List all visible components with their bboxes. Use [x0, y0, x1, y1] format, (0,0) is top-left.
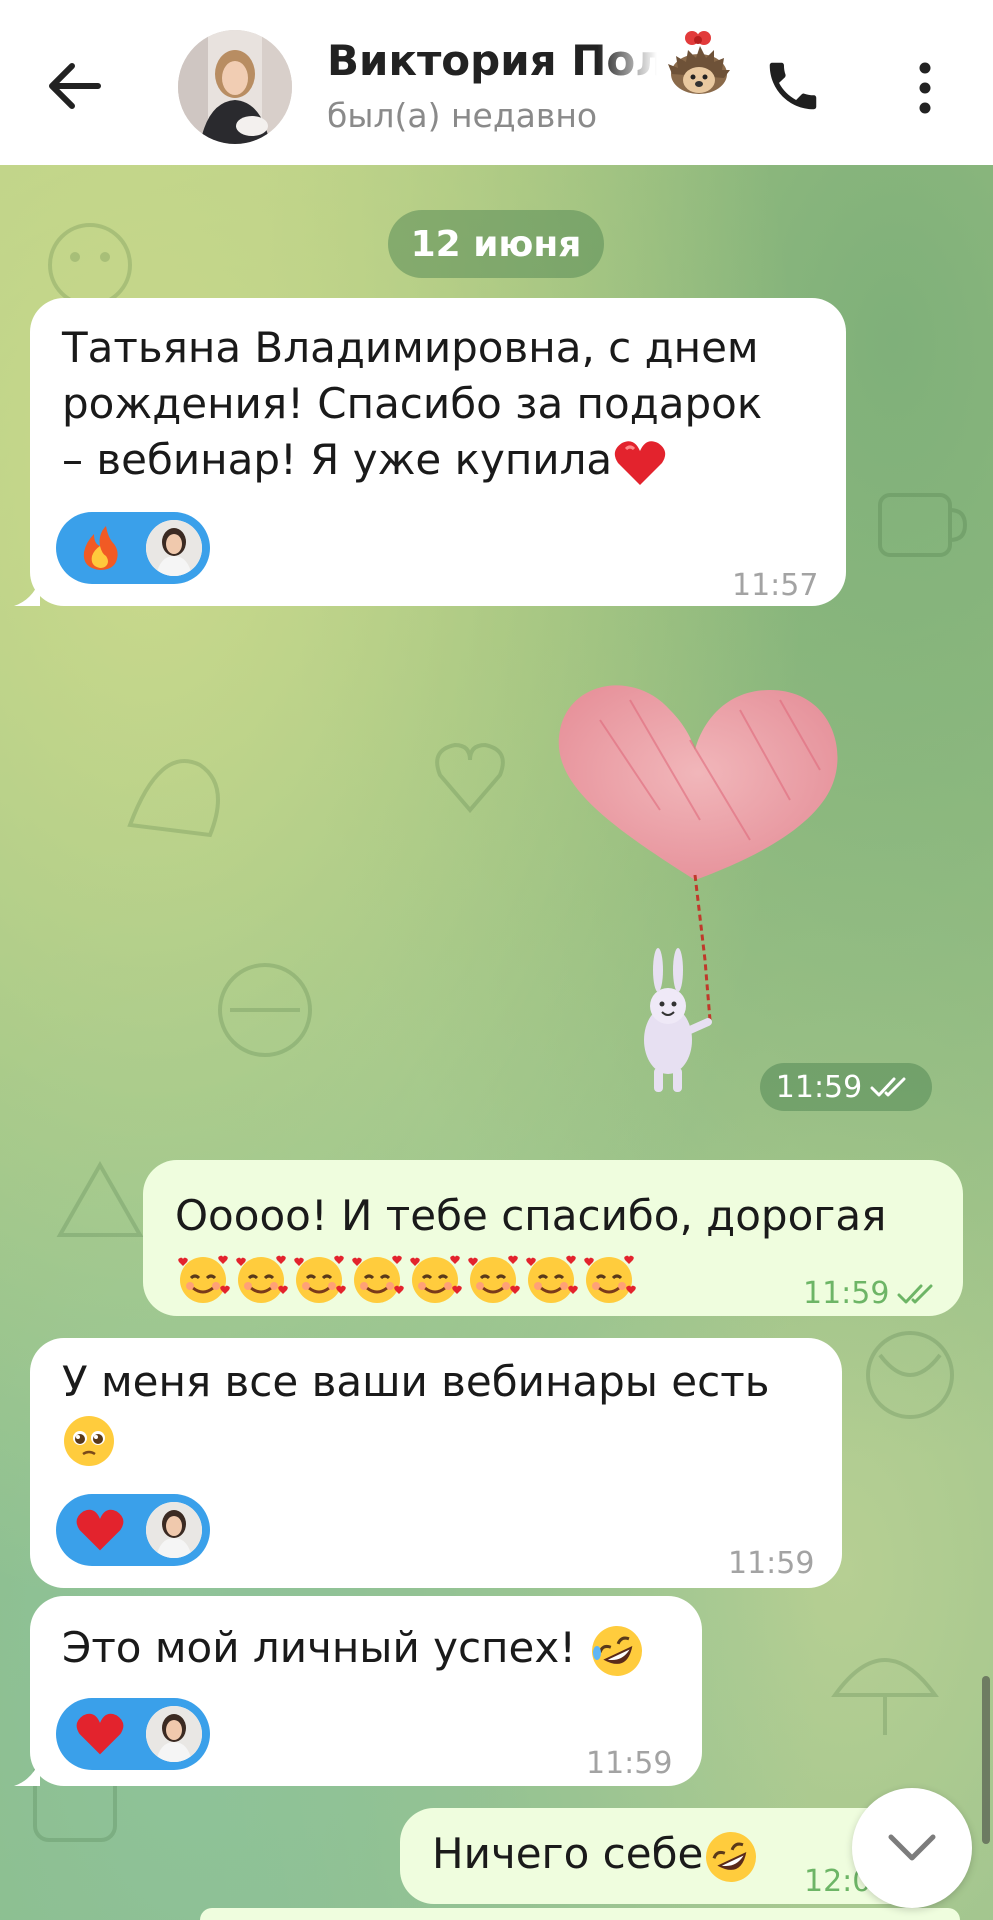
reactor-avatar: [146, 1706, 202, 1762]
message-bubble-outgoing[interactable]: Ооооо! И тебе спасибо, дорогая 11:59: [143, 1160, 963, 1316]
message-text: Ничего себе: [432, 1826, 759, 1885]
message-time: 11:59: [586, 1746, 673, 1781]
red-heart-icon: [614, 440, 666, 485]
red-heart-icon: [76, 1509, 124, 1551]
double-check-icon: [897, 1284, 933, 1304]
rofl-icon: [706, 1831, 757, 1882]
reactor-avatar: [146, 520, 202, 576]
phone-icon: [769, 62, 817, 110]
message-text: Это мой личный успех!: [62, 1620, 645, 1679]
smiling-face-with-hearts-icon: [236, 1255, 288, 1303]
smiling-face-with-hearts-icon: [584, 1255, 636, 1303]
reaction-fire[interactable]: [56, 512, 210, 584]
emoji-row: [175, 1250, 886, 1306]
smiling-face-with-hearts-icon: [294, 1255, 346, 1303]
hedgehog-icon: [664, 28, 734, 98]
message-time: 11:59: [803, 1266, 943, 1322]
smiling-face-with-hearts-icon: [468, 1255, 520, 1303]
double-check-icon: [870, 1077, 906, 1097]
red-heart-icon: [76, 1713, 124, 1755]
sticker-bunny-heart-balloon[interactable]: [540, 660, 850, 1100]
reaction-heart[interactable]: [56, 1494, 210, 1566]
scrollbar[interactable]: [982, 1676, 990, 1844]
message-text: Ооооо! И тебе спасибо, дорогая: [175, 1188, 886, 1306]
bubble-tail: [14, 580, 40, 606]
date-separator: 12 июня: [388, 210, 604, 278]
smiling-face-with-hearts-icon: [410, 1255, 462, 1303]
smiling-face-with-hearts-icon: [178, 1255, 230, 1303]
chat-header: Виктория Пол был(а) недавно: [0, 0, 993, 165]
sticker-time: 11:59: [760, 1063, 932, 1111]
rofl-icon: [592, 1625, 643, 1676]
message-text: Татьяна Владимировна, с днем рождения! С…: [62, 320, 762, 489]
message-text: У меня все ваши вебинары есть: [62, 1354, 769, 1468]
contact-avatar[interactable]: [178, 30, 292, 144]
next-message-edge: [200, 1908, 960, 1920]
bubble-tail: [14, 1760, 40, 1786]
pleading-face-icon: [64, 1415, 114, 1466]
contact-status: был(а) недавно: [327, 96, 598, 135]
message-time: 11:59: [728, 1546, 815, 1581]
message-bubble-incoming[interactable]: Это мой личный успех! 11:59: [30, 1596, 702, 1786]
smiling-face-with-hearts-icon: [526, 1255, 578, 1303]
back-arrow-icon: [49, 63, 101, 109]
reactor-avatar: [146, 1502, 202, 1558]
smiling-face-with-hearts-icon: [352, 1255, 404, 1303]
back-button[interactable]: [44, 58, 108, 114]
more-vertical-icon: [919, 62, 931, 114]
message-bubble-incoming[interactable]: У меня все ваши вебинары есть 11:59: [30, 1338, 842, 1588]
contact-name[interactable]: Виктория Пол: [327, 36, 657, 86]
scroll-to-bottom-button[interactable]: [852, 1788, 972, 1908]
chevron-down-icon: [888, 1834, 936, 1861]
call-button[interactable]: [762, 55, 824, 117]
message-time: 11:57: [732, 568, 819, 603]
more-menu-button[interactable]: [905, 58, 945, 118]
message-bubble-incoming[interactable]: Татьяна Владимировна, с днем рождения! С…: [30, 298, 846, 606]
fire-icon: [83, 526, 118, 570]
reaction-heart[interactable]: [56, 1698, 210, 1770]
